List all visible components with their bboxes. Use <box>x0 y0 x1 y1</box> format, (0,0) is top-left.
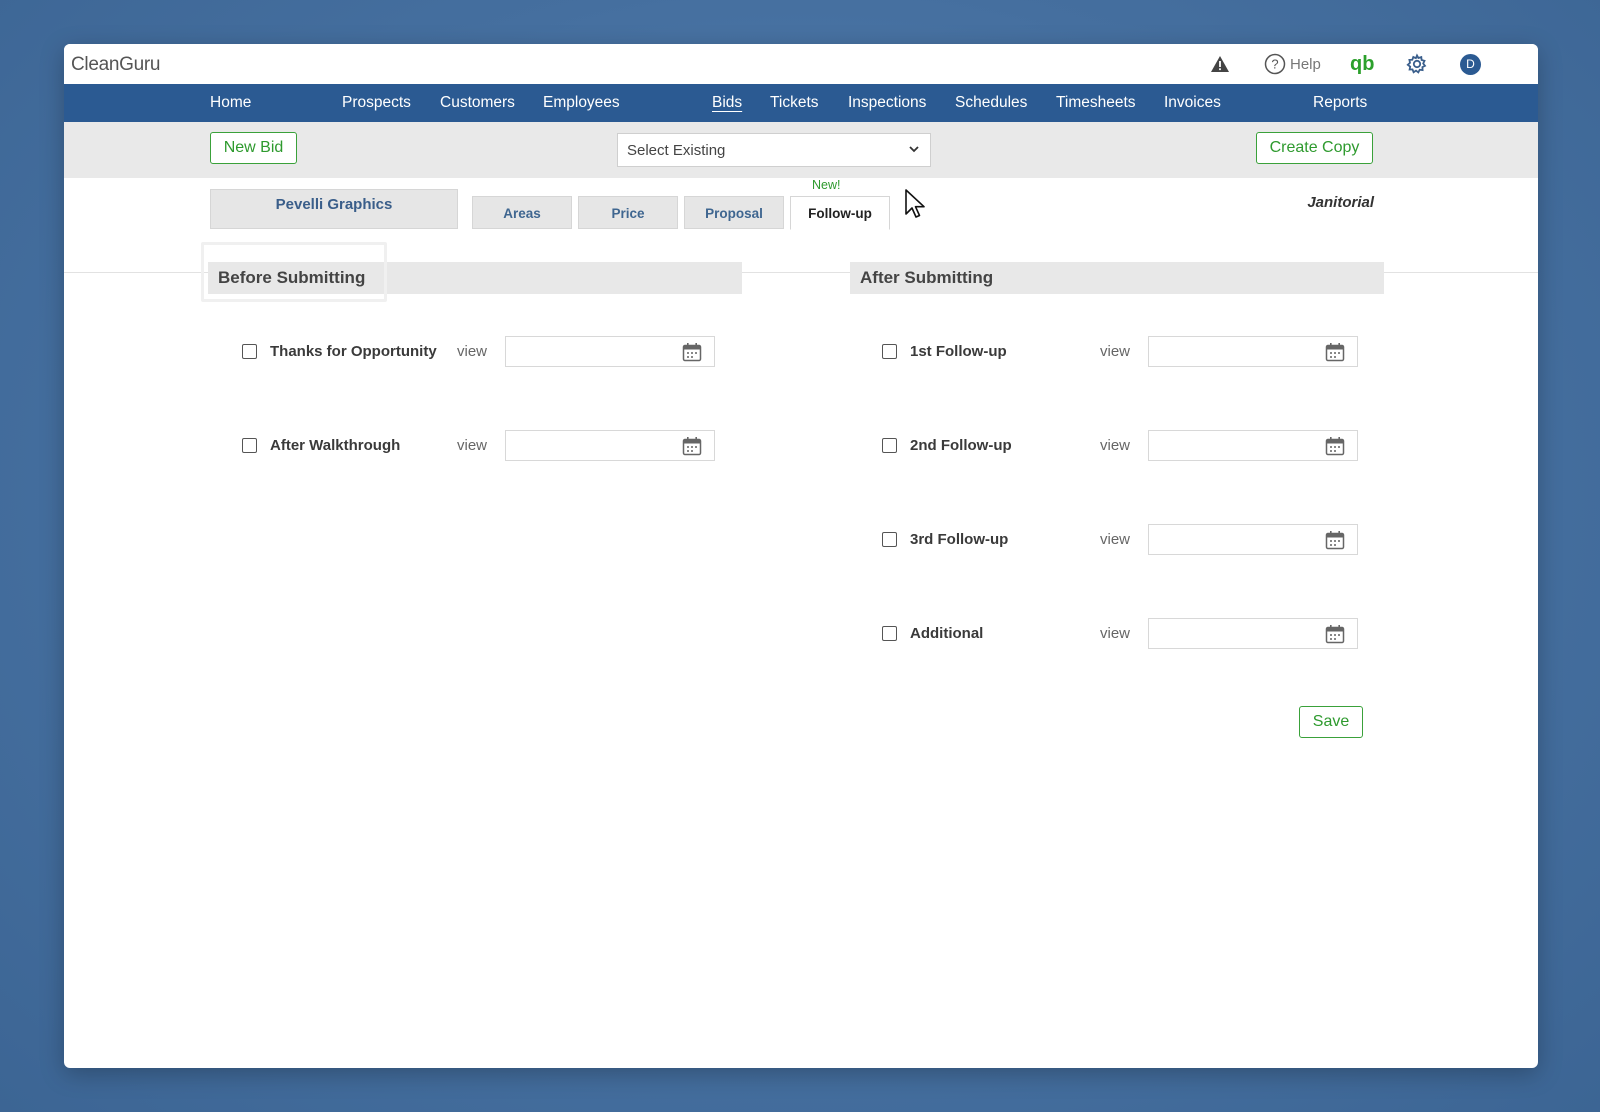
followup-row: 2nd Follow-up view <box>882 430 1382 462</box>
chevron-down-icon <box>909 146 919 153</box>
app-window: CleanGuru ? Help qb D Home Prospects Cus… <box>64 44 1538 1068</box>
view-link[interactable]: view <box>457 437 487 454</box>
followup-row: 3rd Follow-up view <box>882 524 1382 556</box>
client-name-tab[interactable]: Pevelli Graphics <box>210 189 458 229</box>
followup-label: 3rd Follow-up <box>910 531 1009 548</box>
select-existing-dropdown[interactable]: Select Existing <box>617 133 931 167</box>
date-field[interactable] <box>1148 430 1358 461</box>
view-link[interactable]: view <box>457 343 487 360</box>
focus-ring <box>201 242 387 302</box>
svg-text:?: ? <box>1271 57 1278 72</box>
after-walkthrough-checkbox[interactable] <box>242 438 257 453</box>
mouse-cursor-icon <box>905 189 925 218</box>
nav-timesheets[interactable]: Timesheets <box>1056 84 1136 122</box>
tab-proposal[interactable]: Proposal <box>684 196 784 229</box>
calendar-icon[interactable] <box>1325 530 1345 550</box>
date-field[interactable] <box>1148 336 1358 367</box>
date-field[interactable] <box>1148 524 1358 555</box>
followup-row: 1st Follow-up view <box>882 336 1382 368</box>
warning-icon[interactable] <box>1210 44 1230 84</box>
nav-schedules[interactable]: Schedules <box>955 84 1027 122</box>
date-field[interactable] <box>505 430 715 461</box>
additional-checkbox[interactable] <box>882 626 897 641</box>
bid-toolbar: New Bid Select Existing Create Copy <box>64 122 1538 178</box>
followup-row: Additional view <box>882 618 1382 650</box>
followup-row: Thanks for Opportunity view <box>242 336 742 368</box>
view-link[interactable]: view <box>1100 437 1130 454</box>
date-field[interactable] <box>1148 618 1358 649</box>
view-link[interactable]: view <box>1100 343 1130 360</box>
tab-price[interactable]: Price <box>578 196 678 229</box>
after-submitting-header: After Submitting <box>850 262 1384 294</box>
date-field[interactable] <box>505 336 715 367</box>
followup-label: Additional <box>910 625 984 642</box>
nav-reports[interactable]: Reports <box>1313 84 1367 122</box>
new-bid-button[interactable]: New Bid <box>210 132 297 164</box>
main-nav: Home Prospects Customers Employees Bids … <box>64 84 1538 122</box>
calendar-icon[interactable] <box>1325 436 1345 456</box>
nav-inspections[interactable]: Inspections <box>848 84 926 122</box>
followup-label: Thanks for Opportunity <box>270 343 437 360</box>
thanks-for-opportunity-checkbox[interactable] <box>242 344 257 359</box>
tab-areas[interactable]: Areas <box>472 196 572 229</box>
select-existing-value: Select Existing <box>627 141 726 159</box>
first-follow-up-checkbox[interactable] <box>882 344 897 359</box>
nav-employees[interactable]: Employees <box>543 84 620 122</box>
nav-bids[interactable]: Bids <box>712 84 742 122</box>
second-follow-up-checkbox[interactable] <box>882 438 897 453</box>
tab-follow-up[interactable]: Follow-up <box>790 196 890 230</box>
third-follow-up-checkbox[interactable] <box>882 532 897 547</box>
followup-label: After Walkthrough <box>270 437 401 454</box>
create-copy-button[interactable]: Create Copy <box>1256 132 1373 164</box>
view-link[interactable]: view <box>1100 625 1130 642</box>
nav-customers[interactable]: Customers <box>440 84 515 122</box>
calendar-icon[interactable] <box>1325 624 1345 644</box>
app-logo[interactable]: CleanGuru <box>71 54 160 76</box>
avatar[interactable]: D <box>1460 44 1481 84</box>
nav-prospects[interactable]: Prospects <box>342 84 411 122</box>
nav-tickets[interactable]: Tickets <box>770 84 819 122</box>
avatar-initial: D <box>1460 53 1481 75</box>
followup-label: 1st Follow-up <box>910 343 1007 360</box>
help-button[interactable]: ? Help <box>1264 44 1321 84</box>
calendar-icon[interactable] <box>1325 342 1345 362</box>
quickbooks-icon[interactable]: qb <box>1350 44 1374 84</box>
calendar-icon[interactable] <box>682 436 702 456</box>
help-label: Help <box>1290 55 1321 73</box>
view-link[interactable]: view <box>1100 531 1130 548</box>
gear-icon[interactable] <box>1406 44 1428 84</box>
followup-label: 2nd Follow-up <box>910 437 1012 454</box>
calendar-icon[interactable] <box>682 342 702 362</box>
bid-category: Janitorial <box>1307 194 1374 211</box>
nav-home[interactable]: Home <box>210 84 251 122</box>
help-icon: ? <box>1264 53 1286 75</box>
save-button[interactable]: Save <box>1299 706 1363 738</box>
nav-invoices[interactable]: Invoices <box>1164 84 1221 122</box>
new-badge: New! <box>812 178 841 192</box>
followup-row: After Walkthrough view <box>242 430 742 462</box>
title-bar: CleanGuru ? Help qb D <box>64 44 1538 84</box>
